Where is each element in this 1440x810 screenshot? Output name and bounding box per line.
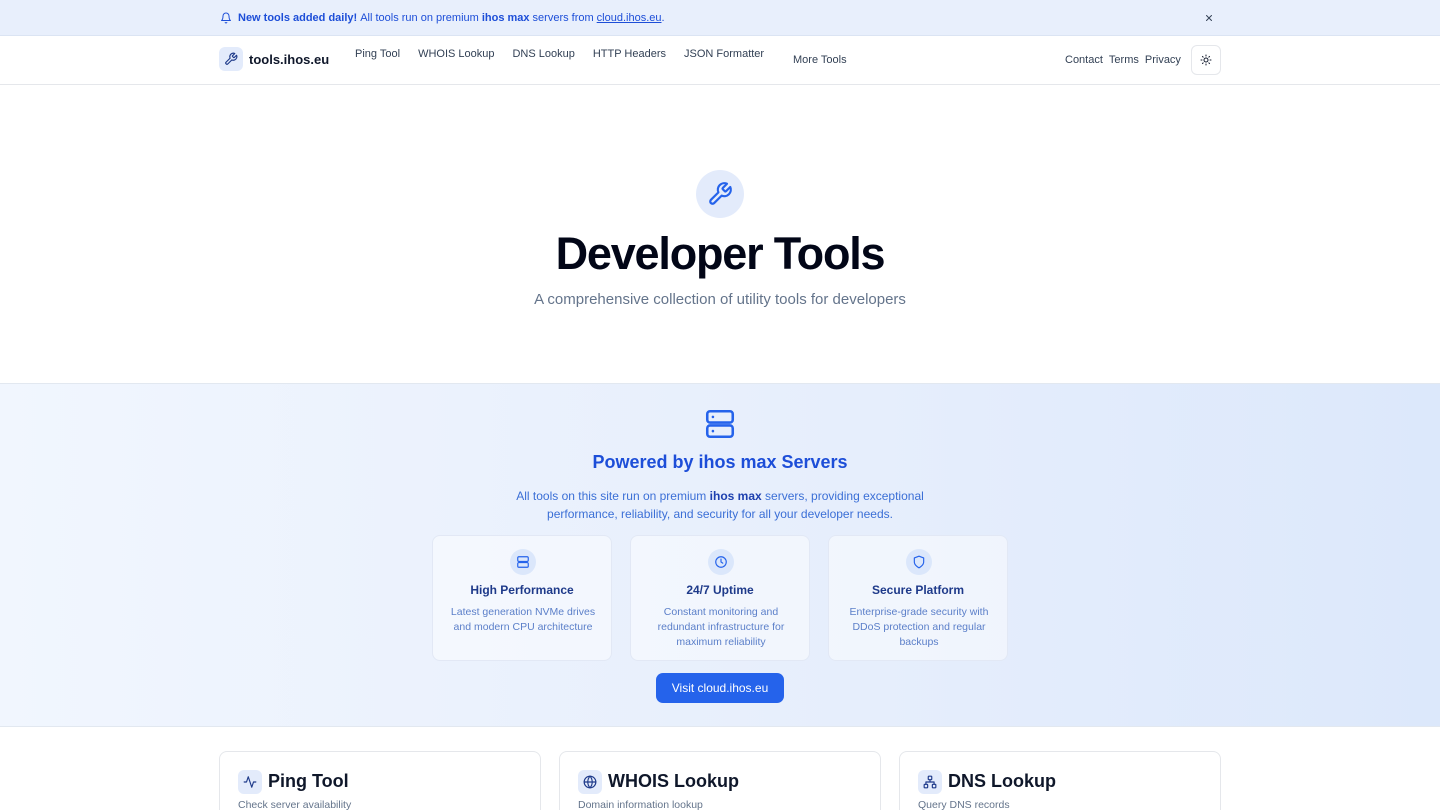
- announcement-brand: ihos max: [481, 12, 530, 24]
- navbar: tools.ihos.eu Ping Tool WHOIS Lookup DNS…: [0, 36, 1440, 85]
- shield-icon: [906, 549, 932, 575]
- feature-description: Enterprise-grade security with DDoS prot…: [849, 606, 989, 648]
- network-icon: [918, 770, 942, 794]
- announcement-text: All tools run on premium: [360, 12, 479, 24]
- feature-card-security: Secure Platform Enterprise-grade securit…: [828, 535, 1008, 661]
- announcement-link[interactable]: cloud.ihos.eu: [597, 12, 662, 24]
- server-icon: [703, 407, 737, 441]
- close-icon[interactable]: [1202, 11, 1216, 25]
- bell-icon: [220, 12, 232, 24]
- nav-link-http-headers[interactable]: HTTP Headers: [593, 48, 666, 60]
- theme-toggle-button[interactable]: [1191, 45, 1221, 75]
- nav-link-whois[interactable]: WHOIS Lookup: [418, 48, 494, 60]
- server-icon: [510, 549, 536, 575]
- more-tools-menu[interactable]: More Tools: [793, 54, 847, 66]
- tool-description: Query DNS records: [918, 799, 1010, 810]
- hero-section: Developer Tools A comprehensive collecti…: [0, 85, 1440, 383]
- feature-card-performance: High Performance Latest generation NVMe …: [432, 535, 612, 661]
- feature-title: 24/7 Uptime: [686, 583, 754, 597]
- tool-title: WHOIS Lookup: [608, 771, 739, 791]
- nav-link-json-formatter[interactable]: JSON Formatter: [684, 48, 764, 60]
- powered-desc-part-1: All tools on this site run on premium: [516, 489, 707, 503]
- visit-cloud-button[interactable]: Visit cloud.ihos.eu: [656, 673, 784, 703]
- page-title: Developer Tools: [555, 228, 886, 279]
- brand-name: tools.ihos.eu: [249, 51, 330, 67]
- secondary-links: Contact Terms Privacy: [1065, 54, 1187, 66]
- brand-link[interactable]: tools.ihos.eu: [219, 47, 329, 71]
- globe-icon: [578, 770, 602, 794]
- page-subtitle: A comprehensive collection of utility to…: [534, 291, 906, 308]
- announcement-bold: New tools added daily!: [238, 12, 358, 24]
- tool-card-dns[interactable]: DNS Lookup Query DNS records: [899, 751, 1221, 810]
- sun-icon: [1200, 54, 1212, 66]
- tool-description: Domain information lookup: [578, 799, 703, 810]
- tool-card-ping[interactable]: Ping Tool Check server availability: [219, 751, 541, 810]
- announcement-text-2: servers from: [532, 12, 594, 24]
- clock-icon: [708, 549, 734, 575]
- powered-description: All tools on this site run on premium ih…: [500, 487, 940, 523]
- tool-title: Ping Tool: [268, 771, 349, 791]
- wrench-icon: [219, 47, 243, 71]
- announcement-content: New tools added daily! All tools run on …: [220, 0, 665, 36]
- tool-card-whois[interactable]: WHOIS Lookup Domain information lookup: [559, 751, 881, 810]
- tool-title: DNS Lookup: [948, 771, 1056, 791]
- powered-title: Powered by ihos max Servers: [592, 452, 848, 472]
- feature-title: Secure Platform: [871, 583, 965, 597]
- nav-link-ping[interactable]: Ping Tool: [355, 48, 400, 60]
- feature-title: High Performance: [470, 583, 574, 597]
- tool-description: Check server availability: [238, 799, 352, 810]
- nav-link-terms[interactable]: Terms: [1109, 54, 1139, 66]
- feature-description: Latest generation NVMe drives and modern…: [450, 606, 596, 633]
- nav-link-contact[interactable]: Contact: [1065, 54, 1103, 66]
- nav-link-dns[interactable]: DNS Lookup: [512, 48, 574, 60]
- powered-by-section: Powered by ihos max Servers All tools on…: [0, 383, 1440, 727]
- announcement-suffix: .: [661, 12, 665, 24]
- powered-desc-brand: ihos max: [709, 489, 762, 503]
- nav-links: Ping Tool WHOIS Lookup DNS Lookup HTTP H…: [355, 48, 782, 60]
- announcement-bar: New tools added daily! All tools run on …: [0, 0, 1440, 36]
- wrench-icon: [696, 170, 744, 218]
- feature-description: Constant monitoring and redundant infras…: [657, 606, 785, 648]
- nav-link-privacy[interactable]: Privacy: [1145, 54, 1181, 66]
- activity-icon: [238, 770, 262, 794]
- feature-card-uptime: 24/7 Uptime Constant monitoring and redu…: [630, 535, 810, 661]
